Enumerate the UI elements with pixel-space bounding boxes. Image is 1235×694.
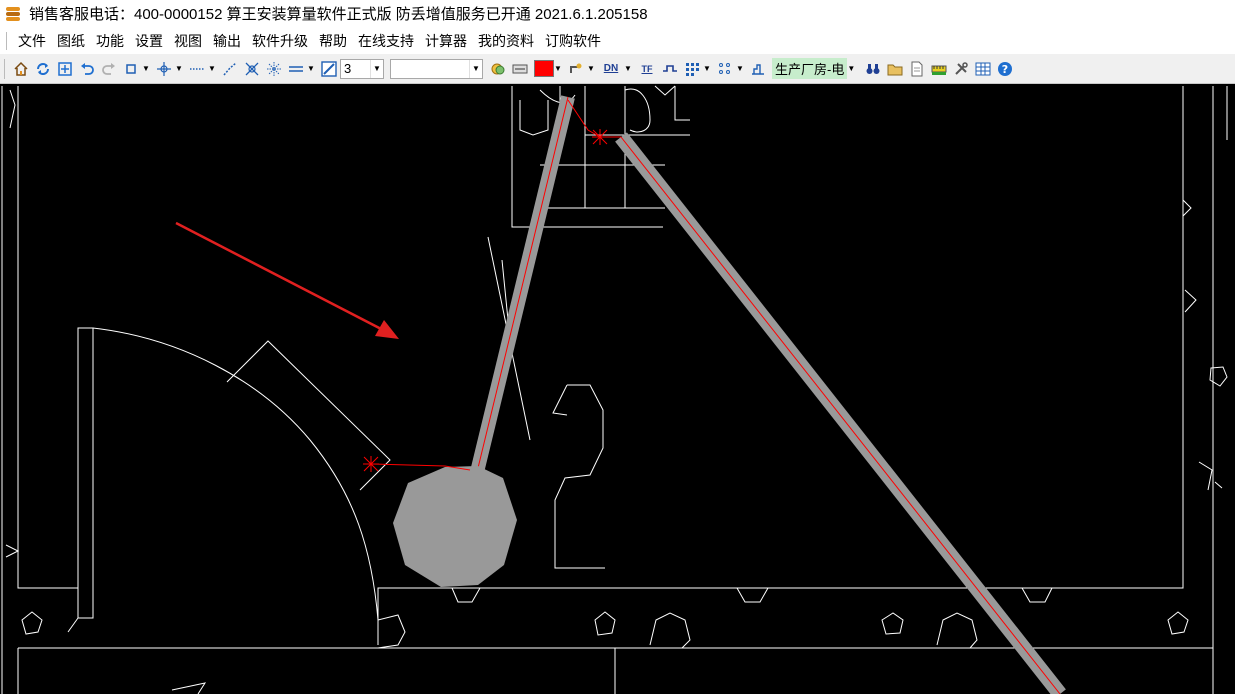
dn-button[interactable]: DN bbox=[600, 60, 622, 78]
linetype-select[interactable]: ▼ bbox=[390, 58, 483, 79]
double-line-dropdown-icon[interactable]: ▼ bbox=[307, 60, 315, 78]
pipe-fitting-icon[interactable] bbox=[567, 60, 585, 78]
floor-plan-lines bbox=[1, 85, 1228, 694]
table-icon[interactable] bbox=[974, 60, 992, 78]
menu-output[interactable]: 输出 bbox=[208, 31, 247, 51]
toolbar: ▼ ▼ ▼ ▼ 3 ▼ ▼ ▼ ▼ DN ▼ TF ▼ ▼ 生产厂房-电 ▼ ? bbox=[0, 54, 1235, 84]
polyline-icon[interactable] bbox=[221, 60, 239, 78]
menu-bar: 文件 图纸 功能 设置 视图 输出 软件升级 帮助 在线支持 计算器 我的资料 … bbox=[0, 27, 1235, 54]
menu-drawing[interactable]: 图纸 bbox=[52, 31, 91, 51]
line-style-dropdown-icon[interactable]: ▼ bbox=[208, 60, 216, 78]
menu-view[interactable]: 视图 bbox=[169, 31, 208, 51]
dn-dropdown-icon[interactable]: ▼ bbox=[624, 60, 632, 78]
rectangle-select-dropdown-icon[interactable]: ▼ bbox=[142, 60, 150, 78]
fitting-dropdown-icon[interactable]: ▼ bbox=[587, 60, 595, 78]
menu-grip bbox=[6, 31, 9, 50]
ruler-icon[interactable] bbox=[930, 60, 948, 78]
svg-text:?: ? bbox=[1002, 63, 1008, 76]
toolbar-grip bbox=[4, 58, 7, 79]
redo-icon[interactable] bbox=[100, 60, 118, 78]
color-swatch[interactable] bbox=[534, 60, 554, 77]
array-dropdown-icon[interactable]: ▼ bbox=[703, 60, 711, 78]
dots-dropdown-icon[interactable]: ▼ bbox=[736, 60, 744, 78]
menu-calculator[interactable]: 计算器 bbox=[420, 31, 473, 51]
home-icon[interactable] bbox=[12, 60, 30, 78]
pipe-segments[interactable] bbox=[393, 95, 1066, 694]
menu-settings[interactable]: 设置 bbox=[130, 31, 169, 51]
menu-my-profile[interactable]: 我的资料 bbox=[473, 31, 540, 51]
menu-help[interactable]: 帮助 bbox=[314, 31, 353, 51]
layer-icon[interactable] bbox=[749, 60, 767, 78]
chevron-down-icon[interactable]: ▼ bbox=[370, 59, 383, 78]
menu-upgrade[interactable]: 软件升级 bbox=[247, 31, 314, 51]
line-width-value: 3 bbox=[344, 61, 352, 76]
folder-icon[interactable] bbox=[886, 60, 904, 78]
tf-button[interactable]: TF bbox=[637, 60, 657, 78]
app-logo-icon bbox=[6, 6, 22, 22]
menu-file[interactable]: 文件 bbox=[13, 31, 52, 51]
text-style-icon[interactable] bbox=[511, 60, 529, 78]
line-width-icon[interactable] bbox=[320, 60, 338, 78]
layer-dropdown-icon[interactable]: ▼ bbox=[847, 60, 855, 78]
zoom-extents-icon[interactable] bbox=[56, 60, 74, 78]
window-title: 销售客服电话：400-0000152 算王安装算量软件正式版 防丢增值服务已开通… bbox=[29, 6, 648, 23]
title-bar: 销售客服电话：400-0000152 算王安装算量软件正式版 防丢增值服务已开通… bbox=[0, 0, 1235, 27]
binoculars-icon[interactable] bbox=[864, 60, 882, 78]
snap-dropdown-icon[interactable]: ▼ bbox=[175, 60, 183, 78]
intersect-icon[interactable] bbox=[243, 60, 261, 78]
menu-function[interactable]: 功能 bbox=[91, 31, 130, 51]
double-line-icon[interactable] bbox=[287, 60, 305, 78]
coins-icon[interactable] bbox=[489, 60, 507, 78]
grid-array-icon[interactable] bbox=[683, 60, 701, 78]
sparkle-icon[interactable] bbox=[265, 60, 283, 78]
current-layer[interactable]: 生产厂房-电 bbox=[772, 58, 848, 79]
chevron-down-icon[interactable]: ▼ bbox=[469, 59, 482, 78]
help-icon[interactable]: ? bbox=[996, 60, 1014, 78]
refresh-icon[interactable] bbox=[34, 60, 52, 78]
dotted-line-icon[interactable] bbox=[188, 60, 206, 78]
line-width-select[interactable]: 3 ▼ bbox=[340, 58, 384, 79]
dots-grid-icon[interactable] bbox=[716, 60, 734, 78]
menu-order-software[interactable]: 订购软件 bbox=[540, 31, 607, 51]
drawing-canvas[interactable] bbox=[0, 84, 1235, 694]
menu-online-support[interactable]: 在线支持 bbox=[353, 31, 420, 51]
undo-icon[interactable] bbox=[78, 60, 96, 78]
crosshair-snap-icon[interactable] bbox=[155, 60, 173, 78]
tools-icon[interactable] bbox=[952, 60, 970, 78]
color-dropdown-icon[interactable]: ▼ bbox=[554, 60, 562, 78]
rectangle-select-icon[interactable] bbox=[122, 60, 140, 78]
document-icon[interactable] bbox=[908, 60, 926, 78]
pipe-bridge-icon[interactable] bbox=[661, 60, 679, 78]
cad-drawing bbox=[1, 85, 1228, 694]
annotation-arrow-icon bbox=[175, 221, 399, 339]
